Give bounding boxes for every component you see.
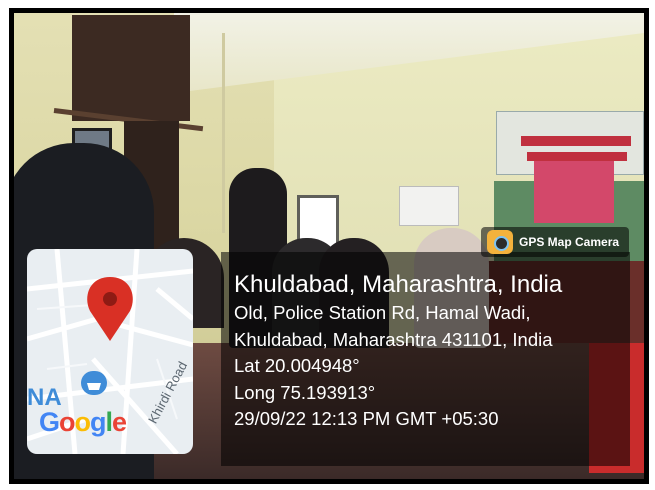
address-line-2: Khuldabad, Maharashtra 431101, India	[234, 328, 553, 350]
gps-badge-label: GPS Map Camera	[519, 235, 620, 249]
wall-pipe	[222, 33, 225, 233]
map-thumbnail: NA Google Khirdi Road	[27, 249, 193, 454]
logo-letter: G	[39, 407, 60, 437]
location-info: Khuldabad, Maharashtra, India Old, Polic…	[234, 270, 562, 433]
logo-letter: g	[90, 407, 106, 437]
logo-letter: e	[112, 407, 127, 437]
pink-poster	[534, 161, 614, 223]
address-line-1: Old, Police Station Rd, Hamal Wadi,	[234, 302, 531, 323]
banner-subtitle-bar	[527, 152, 627, 161]
camera-lens-icon	[487, 230, 513, 254]
gps-map-camera-badge: GPS Map Camera	[481, 227, 629, 257]
location-title: Khuldabad, Maharashtra, India	[234, 271, 563, 298]
logo-letter: o	[74, 407, 91, 437]
banner-title-bar	[521, 136, 631, 146]
google-logo: Google	[39, 407, 127, 438]
latitude: Lat 20.004948°	[234, 355, 360, 376]
datetime: 29/09/22 12:13 PM GMT +05:30	[234, 408, 499, 429]
curtain	[72, 15, 190, 121]
longitude: Long 75.193913°	[234, 381, 376, 403]
notice-board	[399, 186, 459, 226]
logo-letter: o	[59, 407, 75, 437]
location-pin-icon	[87, 277, 133, 341]
